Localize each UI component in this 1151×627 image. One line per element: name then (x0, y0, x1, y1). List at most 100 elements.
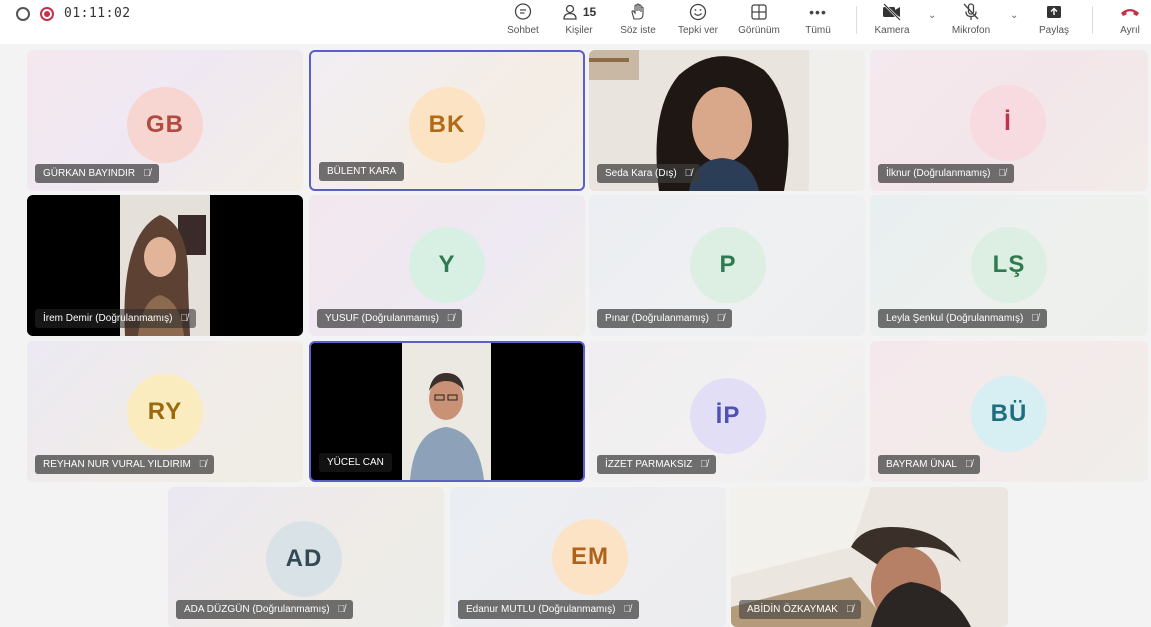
mic-off-icon: 🎙̸ (446, 313, 455, 324)
chat-icon (513, 1, 533, 23)
participant-name: Leyla Şenkul (Doğrulanmamış) (886, 313, 1024, 324)
participant-tile[interactable]: GB GÜRKAN BAYINDIR 🎙̸ (27, 50, 303, 191)
participant-name-tag: ABİDİN ÖZKAYMAK 🎙̸ (739, 600, 862, 619)
participant-name-tag: ADA DÜZGÜN (Doğrulanmamış) 🎙̸ (176, 600, 354, 619)
avatar: İ (970, 85, 1046, 161)
avatar: EM (552, 519, 628, 595)
chat-button[interactable]: Sohbet (500, 0, 546, 44)
participant-name: YÜCEL CAN (327, 457, 384, 468)
participant-video (402, 343, 491, 480)
avatar: GB (127, 87, 203, 163)
raise-hand-label: Söz iste (620, 25, 656, 36)
participant-name: REYHAN NUR VURAL YILDIRIM (43, 459, 191, 470)
participant-name-tag: İlknur (Doğrulanmamış) 🎙̸ (878, 164, 1014, 183)
avatar: BÜ (971, 376, 1047, 452)
leave-button[interactable]: Ayrıl (1112, 0, 1148, 44)
mic-off-icon: 🎙̸ (180, 313, 188, 324)
mic-off-icon: 🎙̸ (623, 604, 632, 615)
people-icon: 15 (562, 1, 596, 23)
participant-name-tag: Pınar (Doğrulanmamış) 🎙̸ (597, 309, 733, 328)
participant-name: Pınar (Doğrulanmamış) (605, 313, 709, 324)
participant-video-tile[interactable]: Seda Kara (Dış) 🎙̸ (589, 50, 865, 191)
share-label: Paylaş (1038, 25, 1069, 36)
avatar: P (690, 227, 766, 303)
participant-name: Seda Kara (Dış) (605, 168, 677, 179)
phone-hangup-icon (1119, 1, 1141, 23)
avatar: Y (409, 227, 485, 303)
participant-name: İlknur (Doğrulanmamış) (886, 168, 991, 179)
participant-video-tile-active-speaker[interactable]: YÜCEL CAN (309, 341, 585, 482)
leave-label: Ayrıl (1120, 25, 1140, 36)
meeting-status: 01:11:02 (16, 6, 131, 21)
share-button[interactable]: Paylaş (1034, 0, 1074, 44)
participant-name: BÜLENT KARA (327, 166, 397, 177)
meeting-toolbar: 01:11:02 Sohbet 15 Kişiler Söz iste Tepk… (0, 0, 1151, 44)
meeting-timer: 01:11:02 (64, 6, 131, 21)
raise-hand-icon (628, 1, 648, 23)
mic-options-chevron-icon[interactable]: ⌄ (1010, 10, 1018, 21)
participant-name-tag: İZZET PARMAKSIZ 🎙̸ (597, 455, 716, 474)
share-icon (1044, 1, 1064, 23)
mic-off-icon: 🎙̸ (700, 459, 708, 470)
participant-name-tag: Seda Kara (Dış) 🎙̸ (597, 164, 701, 183)
participant-name-tag: İrem Demir (Doğrulanmamış) 🎙̸ (35, 309, 196, 328)
participant-name: YUSUF (Doğrulanmamış) (325, 313, 439, 324)
mic-off-icon: 🎙̸ (198, 459, 207, 470)
mic-off-icon: 🎙̸ (143, 168, 151, 179)
participant-tile[interactable]: EM Edanur MUTLU (Doğrulanmamış) 🎙̸ (450, 487, 726, 627)
participant-tile[interactable]: BÜ BAYRAM ÜNAL 🎙̸ (870, 341, 1148, 482)
raise-hand-button[interactable]: Söz iste (612, 0, 664, 44)
participant-name-tag: Edanur MUTLU (Doğrulanmamış) 🎙̸ (458, 600, 639, 619)
react-button[interactable]: Tepki ver (670, 0, 726, 44)
mic-off-icon: 🎙̸ (845, 604, 854, 615)
more-label: Tümü (805, 25, 831, 36)
participant-tile[interactable]: P Pınar (Doğrulanmamış) 🎙̸ (589, 195, 865, 336)
view-button[interactable]: Görünüm (730, 0, 788, 44)
smiley-icon (688, 1, 708, 23)
mic-off-icon: 🎙̸ (716, 313, 725, 324)
participant-tile-active-speaker[interactable]: BK BÜLENT KARA (309, 50, 585, 191)
participant-name-tag: REYHAN NUR VURAL YILDIRIM 🎙̸ (35, 455, 215, 474)
shield-icon (16, 6, 30, 21)
mic-off-icon: 🎙̸ (964, 459, 973, 470)
more-icon: ••• (809, 4, 827, 20)
participant-name: GÜRKAN BAYINDIR (43, 168, 136, 179)
participant-tile[interactable]: İ İlknur (Doğrulanmamış) 🎙̸ (870, 50, 1148, 191)
participant-tile[interactable]: LŞ Leyla Şenkul (Doğrulanmamış) 🎙̸ (870, 195, 1148, 336)
mic-label: Mikrofon (951, 25, 991, 36)
people-count: 15 (582, 5, 597, 19)
participant-video-tile[interactable]: İrem Demir (Doğrulanmamış) 🎙̸ (27, 195, 303, 336)
participant-name: BAYRAM ÜNAL (886, 459, 957, 470)
camera-off-icon (881, 1, 903, 23)
participant-name-tag: BAYRAM ÜNAL 🎙̸ (878, 455, 981, 474)
mic-off-icon (961, 1, 981, 23)
recording-icon (40, 6, 54, 21)
camera-label: Kamera (874, 25, 910, 36)
camera-button[interactable]: Kamera (870, 0, 914, 44)
toolbar-divider (856, 6, 857, 34)
avatar: BK (409, 87, 485, 163)
participant-name-tag: YÜCEL CAN (319, 453, 392, 472)
participant-name: ABİDİN ÖZKAYMAK (747, 604, 838, 615)
people-button[interactable]: 15 Kişiler (558, 0, 600, 44)
view-label: Görünüm (738, 25, 780, 36)
participant-name-tag: YUSUF (Doğrulanmamış) 🎙̸ (317, 309, 463, 328)
mic-button[interactable]: Mikrofon (946, 0, 996, 44)
participant-name: İZZET PARMAKSIZ (605, 459, 693, 470)
participant-video-tile[interactable]: ABİDİN ÖZKAYMAK 🎙̸ (731, 487, 1008, 627)
meeting-window: 01:11:02 Sohbet 15 Kişiler Söz iste Tepk… (0, 0, 1151, 627)
react-label: Tepki ver (677, 25, 718, 36)
participant-name: İrem Demir (Doğrulanmamış) (43, 313, 173, 324)
participant-tile[interactable]: AD ADA DÜZGÜN (Doğrulanmamış) 🎙̸ (168, 487, 444, 627)
participant-tile[interactable]: İP İZZET PARMAKSIZ 🎙̸ (589, 341, 865, 482)
grid-view-icon (749, 1, 769, 23)
participant-name-tag: BÜLENT KARA (319, 162, 405, 181)
avatar: RY (127, 374, 203, 450)
avatar: İP (690, 378, 766, 454)
mic-off-icon: 🎙̸ (998, 168, 1006, 179)
camera-options-chevron-icon[interactable]: ⌄ (928, 10, 936, 21)
participant-name-tag: GÜRKAN BAYINDIR 🎙̸ (35, 164, 159, 183)
participant-tile[interactable]: RY REYHAN NUR VURAL YILDIRIM 🎙̸ (27, 341, 303, 482)
more-button[interactable]: ••• Tümü (800, 0, 836, 44)
participant-tile[interactable]: Y YUSUF (Doğrulanmamış) 🎙̸ (309, 195, 585, 336)
